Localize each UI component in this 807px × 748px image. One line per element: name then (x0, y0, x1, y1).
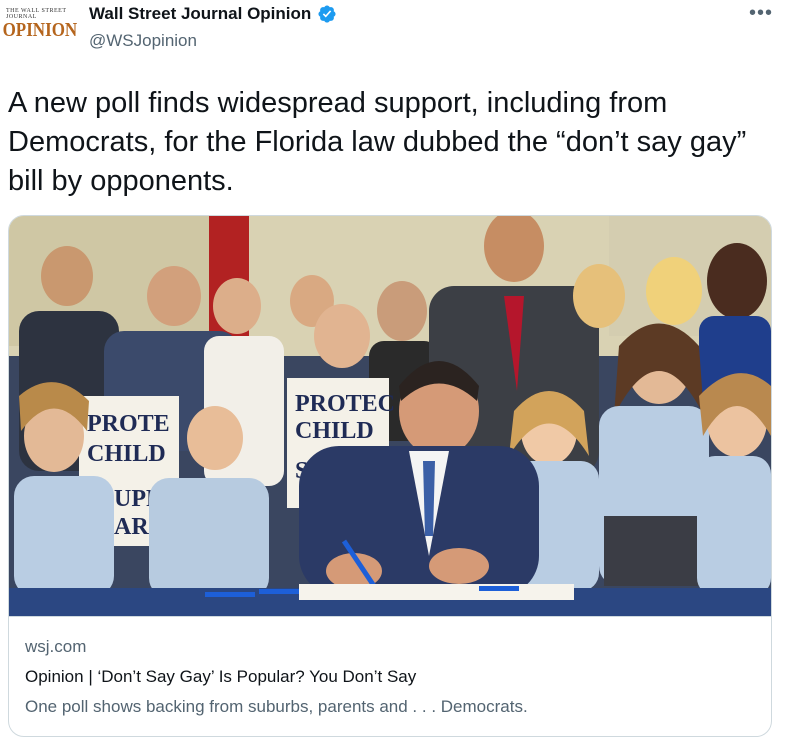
sign-right-line-2: CHILD (295, 418, 374, 444)
card-image[interactable]: PROTE CHILD UPP AR PROTEC CHILD S (9, 216, 771, 616)
link-card[interactable]: PROTE CHILD UPP AR PROTEC CHILD S wsj.co… (8, 215, 772, 737)
sign-left-line-4: AR (114, 514, 149, 540)
display-name[interactable]: Wall Street Journal Opinion (89, 4, 311, 24)
avatar-logo-text: OPINION (2, 19, 78, 41)
author-name-row: Wall Street Journal Opinion (89, 4, 337, 24)
sign-right-line-1: PROTEC (295, 391, 395, 417)
card-domain: wsj.com (25, 637, 87, 656)
card-description: One poll shows backing from suburbs, par… (25, 697, 528, 716)
verified-badge-icon (318, 5, 336, 23)
avatar[interactable]: THE WALL STREET JOURNAL OPINION (3, 6, 78, 40)
sign-left-line-2: CHILD (87, 441, 166, 467)
author-handle[interactable]: @WSJopinion (89, 31, 197, 51)
sign-left-line-1: PROTE (87, 411, 170, 437)
card-meta[interactable]: wsj.com Opinion | ‘Don’t Say Gay’ Is Pop… (9, 616, 771, 736)
more-options-icon[interactable]: ••• (749, 2, 773, 25)
tweet-text: A new poll finds widespread support, inc… (8, 87, 747, 197)
card-title: Opinion | ‘Don’t Say Gay’ Is Popular? Yo… (25, 667, 417, 686)
